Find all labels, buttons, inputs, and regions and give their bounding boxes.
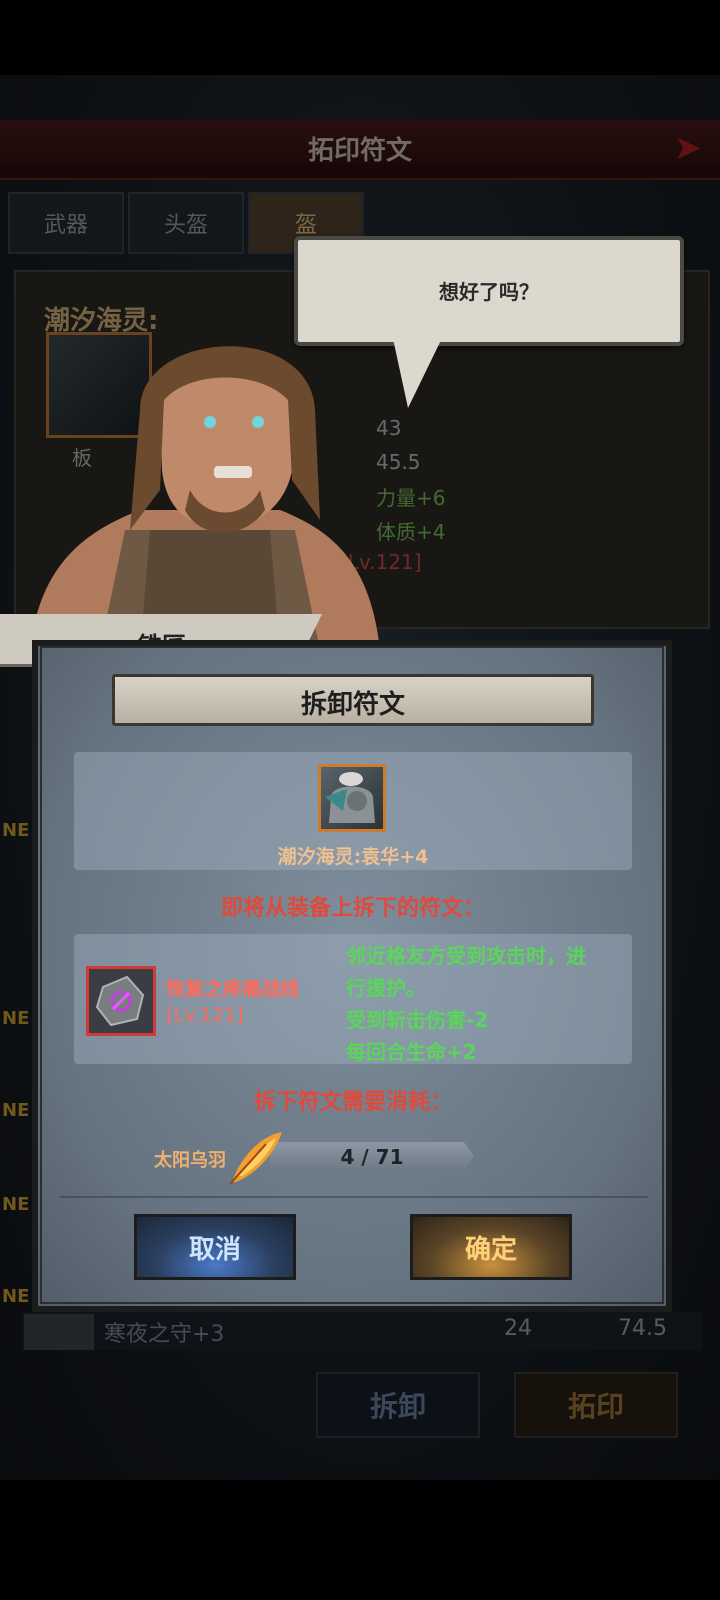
new-badge: NE — [2, 1194, 30, 1215]
new-badge: NE — [2, 1100, 30, 1121]
armor-icon — [24, 1314, 94, 1350]
rune-effect: 受到斩击伤害-2 — [346, 1008, 489, 1032]
cost-heading: 拆下符文需要消耗： — [253, 1090, 452, 1115]
feather-icon — [229, 1132, 282, 1185]
dismantle-button[interactable]: 拆卸 — [316, 1372, 480, 1438]
speech-text: 想好了吗？ — [439, 280, 539, 304]
confirm-button[interactable]: 确定 — [410, 1214, 572, 1280]
new-badge: NE — [2, 820, 30, 841]
blacksmith-portrait — [30, 346, 380, 650]
list-item-value: 74.5 — [618, 1316, 667, 1341]
divider — [60, 1196, 648, 1198]
rune-effect: 邻近格友方受到攻击时，进 — [346, 944, 586, 968]
speech-bubble-tail — [392, 334, 444, 408]
rune-name: 恢复之疼痛战线 — [166, 978, 300, 1000]
cancel-button[interactable]: 取消 — [134, 1214, 296, 1280]
rune-effect: 每回合生命+2 — [346, 1040, 477, 1064]
rune-heading: 即将从装备上拆下的符文： — [220, 896, 485, 921]
cost-item-name: 太阳乌羽 — [154, 1150, 226, 1171]
back-arrow-icon[interactable]: ➤ — [674, 128, 703, 168]
armor-icon — [318, 764, 386, 832]
rune-effect: 行援护。 — [346, 976, 426, 1000]
tab-weapon[interactable]: 武器 — [8, 192, 124, 254]
cost-amount: 4 / 71 — [340, 1145, 404, 1169]
rune-stone-icon — [86, 966, 156, 1036]
new-badge: NE — [2, 1008, 30, 1029]
new-badge: NE — [2, 1286, 30, 1307]
list-item-value: 24 — [504, 1316, 532, 1341]
rubbing-button[interactable]: 拓印 — [514, 1372, 678, 1438]
background-title: 拓印符文 — [307, 136, 412, 166]
tab-helmet[interactable]: 头盔 — [128, 192, 244, 254]
list-item-name: 寒夜之守+3 — [104, 1322, 225, 1347]
dialog-title: 拆卸符文 — [300, 690, 405, 720]
equipment-name: 潮汐海灵:袁华+4 — [277, 846, 429, 868]
rune-level: [Lv.121] — [166, 1004, 244, 1026]
